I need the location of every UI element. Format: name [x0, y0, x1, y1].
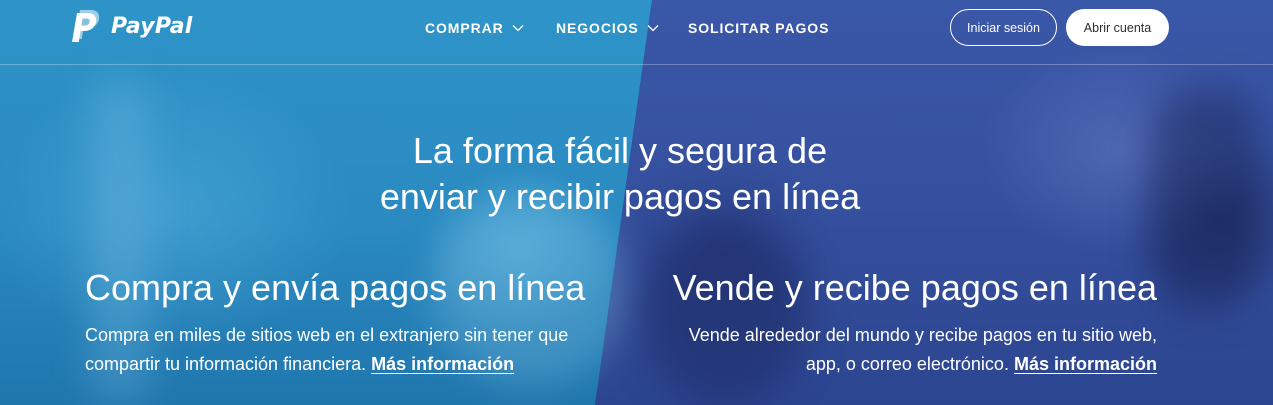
buy-column-text: Compra en miles de sitios web en el extr… — [85, 321, 625, 379]
hero-headline-line: La forma fácil y segura de — [412, 130, 828, 171]
hero-section: PayPal COMPRAR NEGOCIOS SOLICITAR PAGOS … — [0, 0, 1273, 405]
nav-item-label: COMPRAR — [425, 20, 504, 36]
sell-column: Vende y recibe pagos en línea Vende alre… — [630, 264, 1157, 379]
buy-more-info-link[interactable]: Más información — [371, 354, 514, 374]
nav-item-comprar[interactable]: COMPRAR — [425, 20, 524, 36]
brand-name: PayPal — [111, 13, 193, 39]
sell-column-text: Vende alrededor del mundo y recibe pagos… — [630, 321, 1157, 379]
buy-column-title: Compra y envía pagos en línea — [85, 267, 586, 308]
sell-column-title: Vende y recibe pagos en línea — [672, 267, 1157, 308]
sell-more-info-link[interactable]: Más información — [1014, 354, 1157, 374]
sell-column-text-line: app, o correo electrónico. Más informaci… — [630, 350, 1157, 379]
buy-column-text-fragment: compartir tu información financiera. — [85, 354, 367, 374]
chevron-down-icon — [647, 25, 659, 32]
buy-column-text-line: Compra en miles de sitios web en el extr… — [85, 325, 569, 345]
sell-column-text-line: Vende alrededor del mundo y recibe pagos… — [688, 325, 1157, 345]
hero-headline-line: enviar y recibir pagos en línea — [379, 176, 861, 217]
chevron-down-icon — [512, 25, 524, 32]
paypal-p-icon — [72, 10, 100, 42]
login-button[interactable]: Iniciar sesión — [950, 9, 1057, 46]
paypal-logo[interactable]: PayPal — [71, 9, 193, 43]
nav-item-solicitar-pagos[interactable]: SOLICITAR PAGOS — [688, 20, 829, 36]
buy-column-text-line: compartir tu información financiera. Más… — [85, 350, 625, 379]
nav-item-negocios[interactable]: NEGOCIOS — [556, 20, 659, 36]
hero-headline: La forma fácil y segura de enviar y reci… — [320, 128, 920, 220]
nav-item-label: SOLICITAR PAGOS — [688, 20, 830, 36]
background-photo-blur — [1150, 90, 1260, 310]
nav-item-label: NEGOCIOS — [556, 20, 639, 36]
site-header: PayPal COMPRAR NEGOCIOS SOLICITAR PAGOS … — [0, 0, 1273, 65]
buy-column: Compra y envía pagos en línea Compra en … — [85, 264, 625, 379]
sell-column-text-fragment: app, o correo electrónico. — [805, 354, 1009, 374]
signup-button[interactable]: Abrir cuenta — [1066, 9, 1169, 46]
